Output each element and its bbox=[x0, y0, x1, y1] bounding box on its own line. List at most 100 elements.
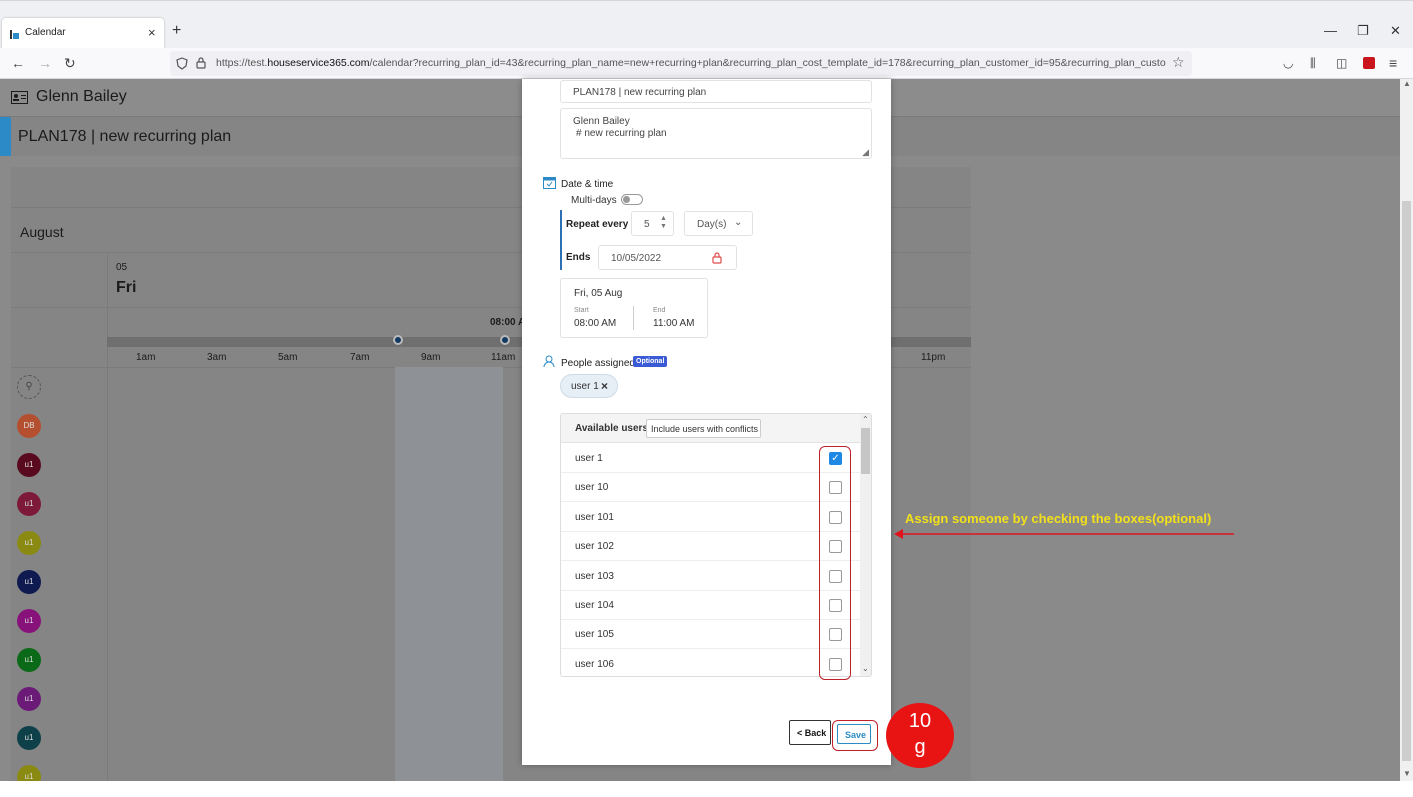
user-list-item: user 103 bbox=[561, 562, 861, 591]
save-highlight-box bbox=[832, 720, 878, 751]
browser-tab-bar: Calendar × + — ❐ ✕ bbox=[0, 0, 1413, 49]
annotation-arrow-icon bbox=[894, 529, 1234, 539]
schedule-summary-card: Fri, 05 Aug Start 08:00 AM End 11:00 AM bbox=[560, 278, 708, 338]
shield-icon[interactable] bbox=[176, 57, 188, 70]
optional-badge: Optional bbox=[633, 356, 668, 367]
start-time: 08:00 AM bbox=[574, 318, 617, 329]
summary-date: Fri, 05 Aug bbox=[574, 288, 623, 299]
plan-name-field[interactable]: PLAN178 | new recurring plan bbox=[560, 80, 872, 103]
ends-date-input[interactable]: 10/05/2022 bbox=[598, 245, 737, 270]
assigned-user-chip: user 1 × bbox=[560, 374, 618, 398]
stepper-icon[interactable]: ▲ ▼ bbox=[660, 215, 667, 231]
user-list-item: user 1 ✓ bbox=[561, 444, 861, 473]
user-avatar: u1 bbox=[17, 687, 41, 711]
ends-label: Ends bbox=[566, 252, 591, 263]
hour-label: 3am bbox=[207, 352, 227, 363]
pdf-extension-icon[interactable] bbox=[1363, 57, 1375, 69]
user-name: user 101 bbox=[575, 511, 614, 523]
back-button[interactable]: < Back bbox=[789, 720, 831, 745]
chevron-down-icon: ⌄ bbox=[734, 217, 743, 228]
plan-title: PLAN178 | new recurring plan bbox=[18, 128, 232, 145]
lock-icon[interactable] bbox=[196, 57, 206, 69]
user-list-item: user 104 bbox=[561, 591, 861, 620]
hour-label: 11am bbox=[491, 352, 516, 363]
resize-handle-icon[interactable]: ◢ bbox=[862, 147, 869, 158]
day-name: Fri bbox=[116, 279, 137, 296]
library-icon[interactable]: ⫼ bbox=[1310, 56, 1316, 71]
restore-icon[interactable]: ❐ bbox=[1357, 23, 1369, 39]
date-time-label: Date & time bbox=[561, 179, 614, 190]
tab-close-icon[interactable]: × bbox=[148, 25, 156, 40]
time-marker: 08:00 A bbox=[490, 317, 526, 328]
annotation-text: Assign someone by checking the boxes(opt… bbox=[905, 511, 1212, 526]
checkbox-highlight-box bbox=[819, 446, 851, 680]
user-avatar: u1 bbox=[17, 726, 41, 750]
end-time: 11:00 AM bbox=[653, 318, 695, 329]
bookmark-star-icon[interactable]: ☆ bbox=[1172, 54, 1185, 71]
user-avatar: u1 bbox=[17, 453, 41, 477]
slider-handle-end[interactable] bbox=[500, 335, 510, 345]
tab-title: Calendar bbox=[25, 27, 66, 38]
user-name: user 105 bbox=[575, 629, 614, 641]
user-list-item: user 105 bbox=[561, 620, 861, 650]
end-label: End bbox=[653, 307, 666, 314]
new-tab-button[interactable]: + bbox=[172, 22, 181, 40]
browser-nav-bar: ← → ↻ https://test.houseservice365.com/c… bbox=[0, 48, 1413, 79]
hour-label: 5am bbox=[278, 352, 298, 363]
hour-label: 9am bbox=[421, 352, 441, 363]
user-list-item: user 10 bbox=[561, 473, 861, 503]
slider-handle-start[interactable] bbox=[393, 335, 403, 345]
reload-icon[interactable]: ↻ bbox=[64, 55, 76, 72]
url-text[interactable]: https://test.houseservice365.com/calenda… bbox=[216, 57, 1166, 69]
start-label: Start bbox=[574, 307, 589, 314]
back-arrow-icon[interactable]: ← bbox=[11, 55, 25, 71]
user-avatar: u1 bbox=[17, 531, 41, 555]
repeat-interval-input[interactable]: 5 ▲ ▼ bbox=[631, 211, 674, 236]
month-label: August bbox=[20, 224, 64, 240]
user-name: user 1 bbox=[575, 453, 603, 464]
notes-textarea[interactable]: Glenn Bailey # new recurring plan ◢ bbox=[560, 108, 872, 159]
pocket-icon[interactable]: ◡ bbox=[1283, 56, 1293, 70]
repeat-unit-select[interactable]: Day(s) ⌄ bbox=[684, 211, 753, 236]
hour-label: 7am bbox=[350, 352, 370, 363]
forward-arrow-icon[interactable]: → bbox=[38, 55, 52, 71]
contact-card-icon bbox=[11, 91, 28, 104]
step-badge: 10 g bbox=[886, 703, 954, 768]
page-scrollbar[interactable]: ▲ ▼ bbox=[1400, 79, 1413, 781]
user-list: user 1 ✓ user 10 user 101 user 102 user 103 us… bbox=[561, 444, 861, 676]
user-avatar: u1 bbox=[17, 609, 41, 633]
hour-label: 1am bbox=[136, 352, 156, 363]
user-name: user 104 bbox=[575, 600, 614, 611]
user-name: user 106 bbox=[575, 658, 614, 670]
plan-accent-bar bbox=[0, 117, 11, 156]
user-list-item: user 101 bbox=[561, 503, 861, 532]
minimize-icon[interactable]: — bbox=[1324, 23, 1337, 38]
user-list-item: user 102 bbox=[561, 532, 861, 562]
url-bar[interactable]: https://test.houseservice365.com/calenda… bbox=[170, 51, 1192, 76]
calendar-icon bbox=[543, 177, 556, 189]
available-users-label: Available users bbox=[575, 423, 649, 434]
user-avatar: u1 bbox=[17, 570, 41, 594]
lock-icon bbox=[712, 252, 722, 264]
user-list-item: user 106 bbox=[561, 650, 861, 676]
user-name: user 10 bbox=[575, 482, 609, 494]
menu-icon[interactable]: ≡ bbox=[1389, 55, 1397, 71]
unassigned-user-icon: ⚲ bbox=[17, 375, 41, 399]
user-avatar: DB bbox=[17, 414, 41, 438]
browser-tab[interactable]: Calendar × bbox=[2, 18, 164, 49]
user-list-scrollbar[interactable]: ⌃ ⌄ bbox=[860, 414, 871, 676]
user-avatar: u1 bbox=[17, 492, 41, 516]
user-name: user 102 bbox=[575, 541, 614, 553]
people-assigned-label: People assigned bbox=[561, 358, 635, 369]
repeat-every-label: Repeat every bbox=[566, 219, 629, 230]
remove-chip-icon[interactable]: × bbox=[601, 379, 608, 393]
multi-days-toggle[interactable] bbox=[621, 194, 643, 205]
repeat-accent-bar bbox=[560, 210, 562, 270]
hour-label: 11pm bbox=[921, 352, 946, 363]
customer-name: Glenn Bailey bbox=[36, 88, 127, 105]
include-conflicts-button[interactable]: Include users with conflicts bbox=[646, 419, 761, 438]
sidebar-icon[interactable]: ◫ bbox=[1336, 56, 1347, 70]
user-avatar: u1 bbox=[17, 648, 41, 672]
selected-time-range bbox=[395, 367, 503, 781]
window-close-icon[interactable]: ✕ bbox=[1390, 23, 1401, 39]
